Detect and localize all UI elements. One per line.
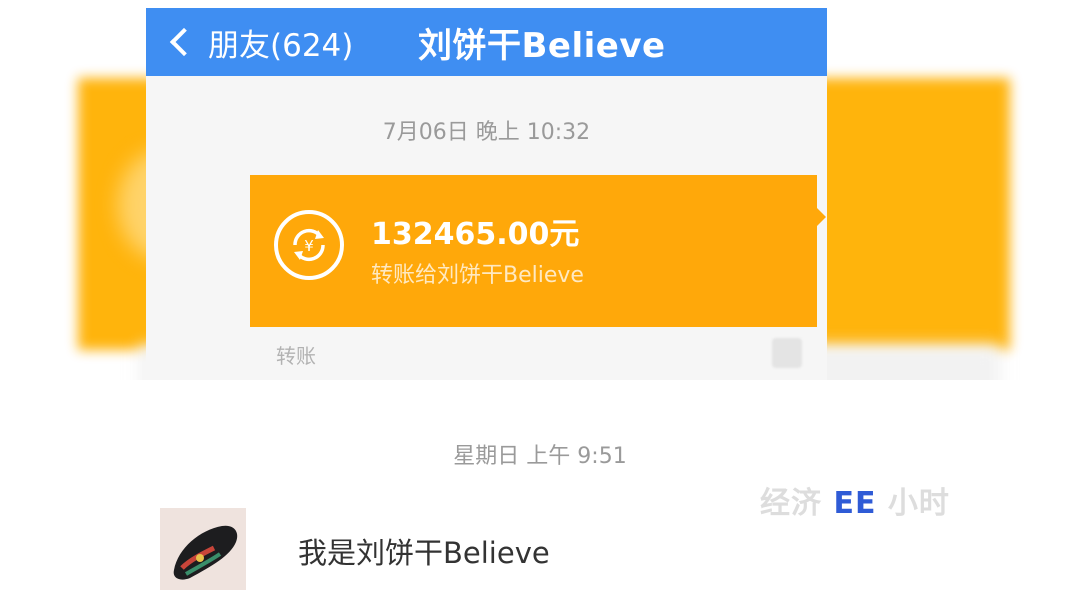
transfer-amount: 132465.00元 — [371, 217, 580, 252]
transfer-recipient: 转账给刘饼干Believe — [371, 263, 584, 288]
watermark-suffix: 小时 — [887, 486, 950, 521]
nav-bar: 朋友(624) 刘饼干Believe — [146, 8, 827, 76]
svg-text:¥: ¥ — [304, 237, 314, 255]
back-button[interactable]: 朋友(624) — [168, 8, 353, 76]
message-text: 我是刘饼干Believe — [298, 536, 550, 570]
watermark-prefix: 经济 — [760, 486, 822, 521]
watermark-mark: EE — [833, 486, 877, 521]
timestamp: 星期日 上午 9:51 — [453, 444, 627, 469]
transfer-card[interactable]: ¥ 132465.00元 转账给刘饼干Believe — [250, 175, 826, 327]
transfer-type-label: 转账 — [276, 344, 316, 368]
timestamp: 7月06日 晚上 10:32 — [382, 120, 591, 145]
avatar[interactable] — [160, 508, 246, 590]
back-label: 朋友(624) — [208, 27, 354, 64]
transfer-yuan-icon: ¥ — [274, 210, 344, 280]
channel-watermark: 经济 EE 小时 — [760, 478, 950, 522]
chevron-left-icon — [169, 27, 199, 57]
blurred-app-icon — [772, 338, 802, 368]
chat-title: 刘饼干Believe — [418, 25, 666, 66]
